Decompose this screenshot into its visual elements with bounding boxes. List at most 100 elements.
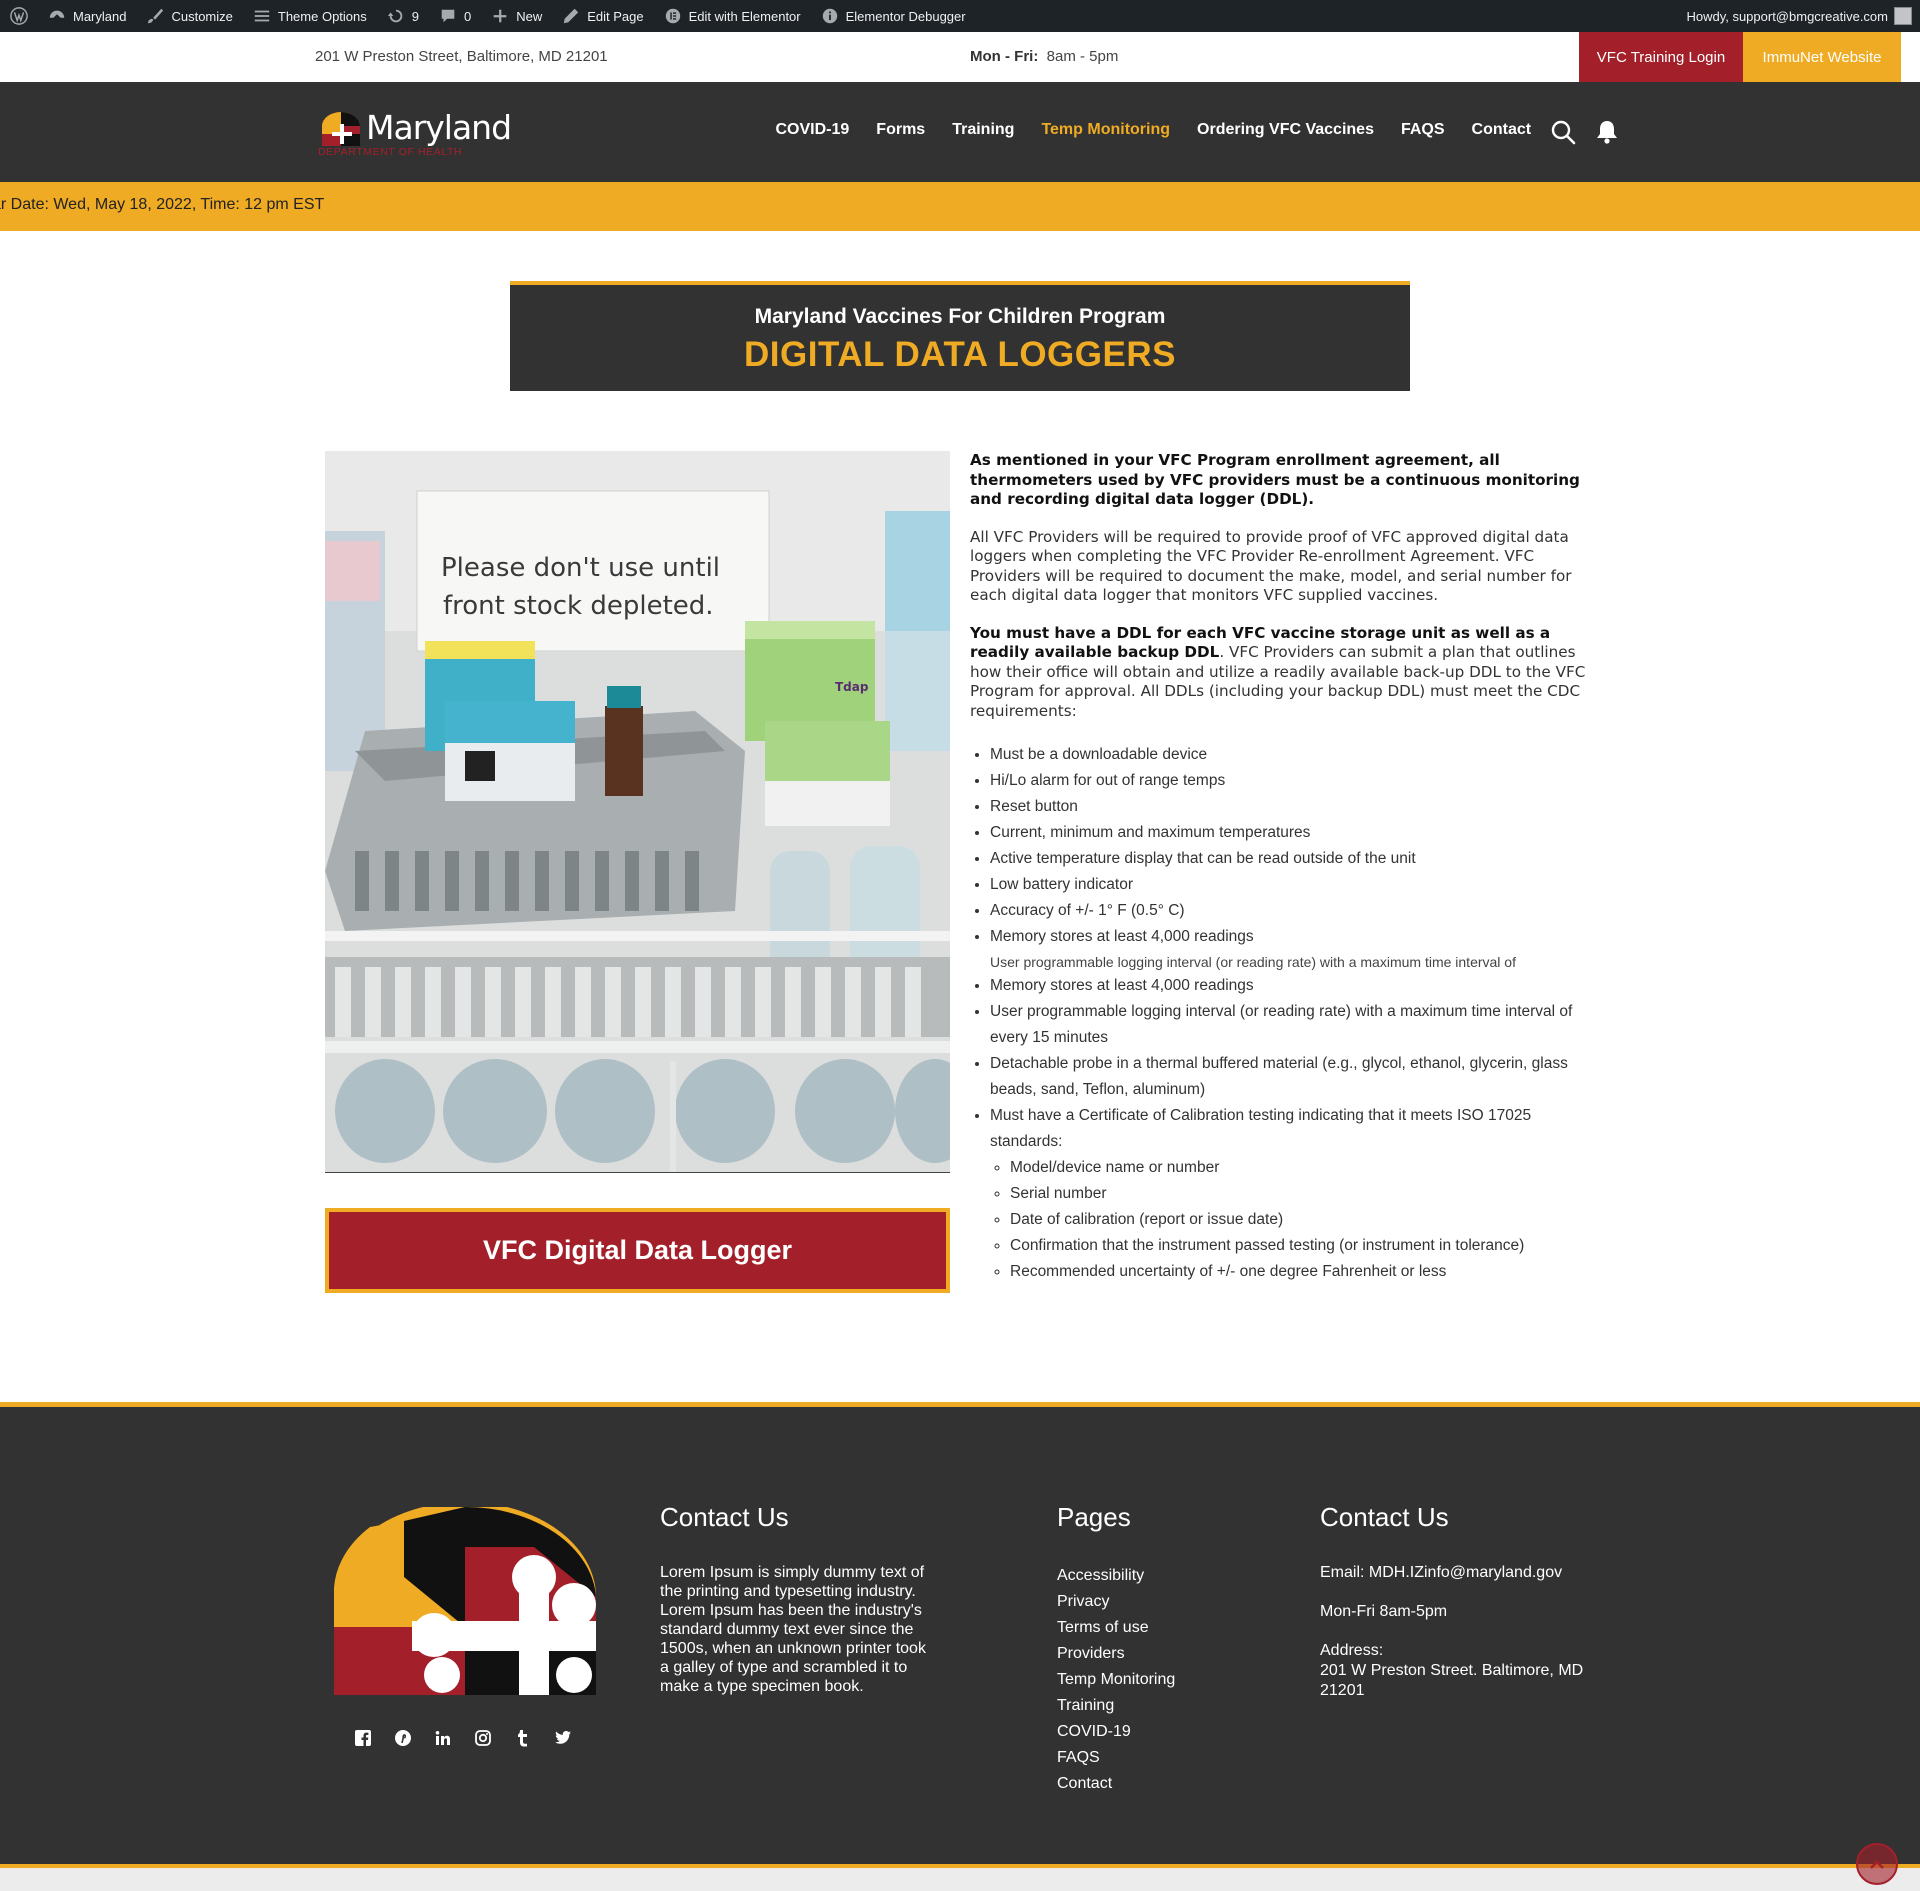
list-item: Memory stores at least 4,000 readings [990, 973, 1600, 999]
wordpress-logo[interactable] [0, 0, 38, 32]
footer-link-terms[interactable]: Terms of use [1057, 1615, 1175, 1641]
vfc-training-login-button[interactable]: VFC Training Login [1579, 32, 1743, 82]
footer-pages-list: Accessibility Privacy Terms of use Provi… [1057, 1563, 1175, 1797]
nav-item-contact[interactable]: Contact [1458, 121, 1545, 139]
admin-debugger-label: Elementor Debugger [845, 8, 966, 24]
footer-link-contact[interactable]: Contact [1057, 1771, 1175, 1797]
main-navigation: Maryland DEPARTMENT OF HEALTH COVID-19 F… [0, 82, 1920, 182]
admin-site-link[interactable]: Maryland [38, 0, 136, 32]
linkedin-icon[interactable] [434, 1729, 452, 1747]
requirements-list-continued: Memory stores at least 4,000 readings Us… [970, 973, 1600, 1285]
footer-contact-heading: Contact Us [1320, 1502, 1449, 1532]
footer-link-faqs[interactable]: FAQS [1057, 1745, 1175, 1771]
footer-hours: Mon-Fri 8am-5pm [1320, 1603, 1448, 1620]
logo-wordmark: Maryland [366, 108, 512, 147]
list-item: Recommended uncertainty of +/- one degre… [1010, 1259, 1600, 1285]
list-item: Must have a Certificate of Calibration t… [990, 1103, 1600, 1285]
twitter-icon[interactable] [554, 1729, 572, 1747]
comments-icon [441, 9, 455, 23]
admin-debugger-link[interactable]: Elementor Debugger [811, 0, 976, 32]
footer-link-covid[interactable]: COVID-19 [1057, 1719, 1175, 1745]
avatar [1894, 7, 1912, 25]
updates-icon [387, 9, 403, 23]
scroll-to-top-button[interactable] [1856, 1843, 1898, 1885]
admin-edit-page-link[interactable]: Edit Page [552, 0, 653, 32]
list-item: Detachable probe in a thermal buffered m… [990, 1051, 1600, 1103]
page-subtitle: Maryland Vaccines For Children Program [754, 305, 1166, 328]
admin-updates-link[interactable]: 9 [377, 0, 429, 32]
pinterest-icon[interactable] [394, 1729, 412, 1747]
admin-site-label: Maryland [73, 8, 127, 24]
header-hours-label: Mon - Fri: [970, 48, 1039, 65]
brush-icon [148, 8, 164, 24]
admin-elementor-label: Edit with Elementor [688, 8, 801, 24]
plus-icon [493, 9, 507, 23]
footer-link-training[interactable]: Training [1057, 1693, 1175, 1719]
footer-contact: Contact Us Email: MDH.IZinfo@maryland.go… [1320, 1502, 1600, 1720]
header-hours-value: 8am - 5pm [1046, 48, 1119, 65]
list-item: Model/device name or number [1010, 1155, 1600, 1181]
admin-account[interactable]: Howdy, support@bmgcreative.com [1686, 0, 1912, 32]
admin-updates-count: 9 [411, 8, 419, 24]
bell-icon[interactable] [1594, 119, 1620, 145]
pencil-icon [564, 8, 579, 24]
chevron-up-icon [1870, 1860, 1884, 1869]
nav-menu: COVID-19 Forms Training Temp Monitoring … [762, 121, 1545, 139]
footer-about: Contact Us Lorem Ipsum is simply dummy t… [660, 1502, 930, 1696]
admin-howdy: Howdy, support@bmgcreative.com [1686, 8, 1888, 24]
footer-link-providers[interactable]: Providers [1057, 1641, 1175, 1667]
list-item: Low battery indicator [990, 872, 1600, 898]
ticker-text: ar Date: Wed, May 18, 2022, Time: 12 pm … [0, 196, 325, 213]
nav-item-temp-monitoring[interactable]: Temp Monitoring [1028, 121, 1184, 139]
footer-address-value: 201 W Preston Street. Baltimore, MD 2120… [1320, 1662, 1584, 1699]
admin-elementor-link[interactable]: Edit with Elementor [654, 0, 811, 32]
facebook-icon[interactable] [354, 1729, 372, 1747]
admin-customize-link[interactable]: Customize [136, 0, 242, 32]
list-item: Hi/Lo alarm for out of range temps [990, 768, 1600, 794]
elementor-icon [665, 8, 680, 24]
header-address: 201 W Preston Street, Baltimore, MD 2120… [315, 48, 608, 65]
announcement-ticker: ar Date: Wed, May 18, 2022, Time: 12 pm … [0, 182, 1920, 231]
glitch-text: User programmable logging interval (or r… [990, 954, 1516, 970]
logo-subtitle: DEPARTMENT OF HEALTH [318, 146, 463, 158]
vaccine-fridge-photo: Please don't use until front stock deple… [325, 451, 950, 1173]
site-logo[interactable]: Maryland DEPARTMENT OF HEALTH [318, 108, 518, 162]
admin-new-label: New [516, 8, 543, 24]
footer-about-heading: Contact Us [660, 1502, 789, 1532]
list-item: User programmable logging interval (or r… [990, 999, 1600, 1051]
ddl-content: As mentioned in your VFC Program enrollm… [970, 451, 1600, 1285]
page-title: DIGITAL DATA LOGGERS [744, 335, 1176, 374]
admin-bar: Maryland Customize Theme Options 9 0 New… [0, 0, 1920, 32]
footer-about-text: Lorem Ipsum is simply dummy text of the … [660, 1564, 926, 1695]
photo-box-label: Tdap [835, 680, 869, 694]
footer-link-temp-monitoring[interactable]: Temp Monitoring [1057, 1667, 1175, 1693]
nav-item-covid[interactable]: COVID-19 [762, 121, 863, 139]
footer-email[interactable]: Email: MDH.IZinfo@maryland.gov [1320, 1563, 1600, 1583]
wordpress-icon [10, 7, 28, 25]
calibration-sublist: Model/device name or number Serial numbe… [990, 1155, 1600, 1285]
backup-paragraph: You must have a DDL for each VFC vaccine… [970, 624, 1600, 722]
fridge-illustration: Please don't use until front stock deple… [325, 451, 950, 1172]
instagram-icon[interactable] [474, 1729, 492, 1747]
footer-address: Address: 201 W Preston Street. Baltimore,… [1320, 1641, 1600, 1701]
home-dashboard-icon [49, 10, 65, 18]
nav-item-training[interactable]: Training [939, 121, 1028, 139]
admin-comments-count: 0 [464, 8, 472, 24]
admin-theme-options-link[interactable]: Theme Options [243, 0, 377, 32]
intro-paragraph: As mentioned in your VFC Program enrollm… [970, 451, 1580, 508]
footer-link-privacy[interactable]: Privacy [1057, 1589, 1175, 1615]
nav-item-ordering-vaccines[interactable]: Ordering VFC Vaccines [1184, 121, 1388, 139]
list-item: Reset button [990, 794, 1600, 820]
admin-comments-link[interactable]: 0 [429, 0, 481, 32]
footer-link-accessibility[interactable]: Accessibility [1057, 1563, 1175, 1589]
nav-item-faqs[interactable]: FAQS [1387, 121, 1458, 139]
vfc-digital-data-logger-button[interactable]: VFC Digital Data Logger [325, 1208, 950, 1293]
admin-edit-page-label: Edit Page [587, 8, 644, 24]
list-item: Current, minimum and maximum temperature… [990, 820, 1600, 846]
nav-item-forms[interactable]: Forms [863, 121, 939, 139]
tumblr-icon[interactable] [514, 1729, 532, 1747]
admin-new-link[interactable]: New [481, 0, 552, 32]
rendering-glitch-line: User programmable logging interval (or r… [970, 950, 1600, 973]
immunet-website-button[interactable]: ImmuNet Website [1743, 32, 1901, 82]
search-icon[interactable] [1550, 119, 1576, 145]
